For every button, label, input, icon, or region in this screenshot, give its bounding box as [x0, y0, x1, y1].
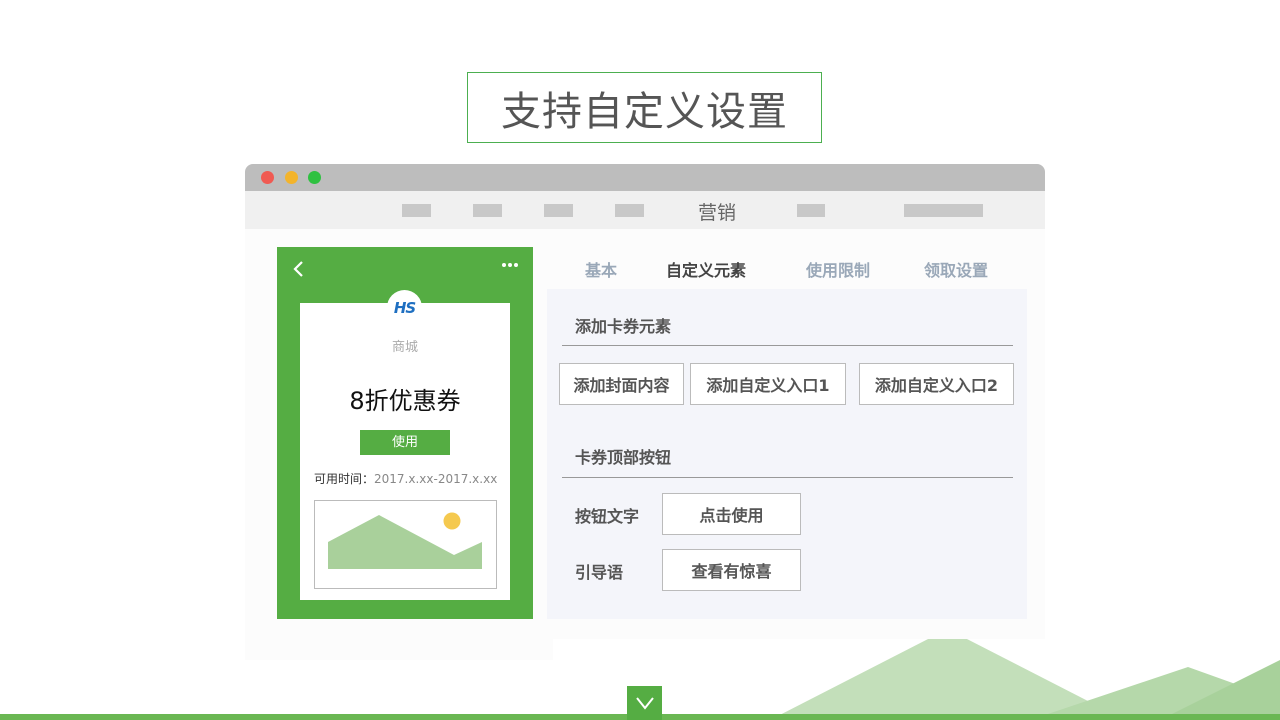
nav-item-placeholder[interactable] [797, 204, 825, 217]
tab-custom-elements[interactable]: 自定义元素 [666, 257, 746, 281]
guide-input[interactable]: 查看有惊喜 [662, 549, 801, 591]
top-nav: 营销 [245, 191, 1045, 229]
use-button[interactable]: 使用 [360, 430, 450, 455]
section-title-top-button: 卡券顶部按钮 [575, 448, 672, 467]
tab-claim-settings[interactable]: 领取设置 [924, 257, 988, 281]
button-text-input[interactable]: 点击使用 [662, 493, 801, 535]
add-entry2-button[interactable]: 添加自定义入口2 [859, 363, 1014, 405]
tab-bar: 基本 自定义元素 使用限制 领取设置 [545, 257, 1045, 287]
phone-preview: HS 商城 8折优惠券 使用 可用时间：2017.x.xx-2017.x.xx [277, 247, 533, 619]
minimize-dot-icon[interactable] [285, 171, 298, 184]
nav-item-placeholder[interactable] [544, 204, 573, 217]
nav-item-marketing[interactable]: 营销 [698, 198, 736, 225]
guide-label: 引导语 [575, 563, 624, 582]
valid-time: 可用时间：2017.x.xx-2017.x.xx [314, 470, 497, 487]
shop-name: 商城 [391, 340, 418, 355]
coupon-card: HS 商城 8折优惠券 使用 可用时间：2017.x.xx-2017.x.xx [300, 290, 510, 600]
valid-time-value: 2017.x.xx-2017.x.xx [374, 472, 498, 486]
landscape-image-icon [328, 512, 482, 569]
more-dots-icon[interactable] [501, 261, 519, 269]
logo-text: HS [393, 298, 416, 317]
chevron-left-icon[interactable] [291, 259, 307, 279]
section-title-add-elements: 添加卡券元素 [575, 317, 672, 336]
divider [562, 477, 1013, 478]
nav-item-placeholder[interactable] [904, 204, 983, 217]
content-area: HS 商城 8折优惠券 使用 可用时间：2017.x.xx-2017.x.xx … [245, 229, 1045, 639]
close-dot-icon[interactable] [261, 171, 274, 184]
slide-title: 支持自定义设置 [467, 72, 822, 143]
tab-usage-limits[interactable]: 使用限制 [806, 257, 870, 281]
image-placeholder [314, 500, 497, 589]
browser-window: 营销 HS 商城 8折优惠券 使用 可用时间：2017.x.xx-2017.x.… [245, 164, 1045, 660]
nav-item-placeholder[interactable] [615, 204, 644, 217]
button-text-label: 按钮文字 [575, 507, 640, 526]
coupon-title: 8折优惠券 [349, 387, 461, 415]
scroll-down-button[interactable] [627, 686, 662, 720]
divider [562, 345, 1013, 346]
chevron-down-icon [635, 697, 654, 710]
shop-logo: HS [387, 290, 422, 325]
window-titlebar [245, 164, 1045, 191]
add-cover-button[interactable]: 添加封面内容 [559, 363, 684, 405]
content-shadow [245, 639, 553, 660]
maximize-dot-icon[interactable] [308, 171, 321, 184]
valid-time-label: 可用时间： [314, 472, 375, 486]
add-entry1-button[interactable]: 添加自定义入口1 [690, 363, 846, 405]
tab-basic[interactable]: 基本 [585, 257, 617, 281]
custom-elements-panel: 添加卡券元素 添加封面内容 添加自定义入口1 添加自定义入口2 卡券顶部按钮 按… [547, 289, 1027, 619]
nav-item-placeholder[interactable] [402, 204, 431, 217]
nav-item-placeholder[interactable] [473, 204, 502, 217]
